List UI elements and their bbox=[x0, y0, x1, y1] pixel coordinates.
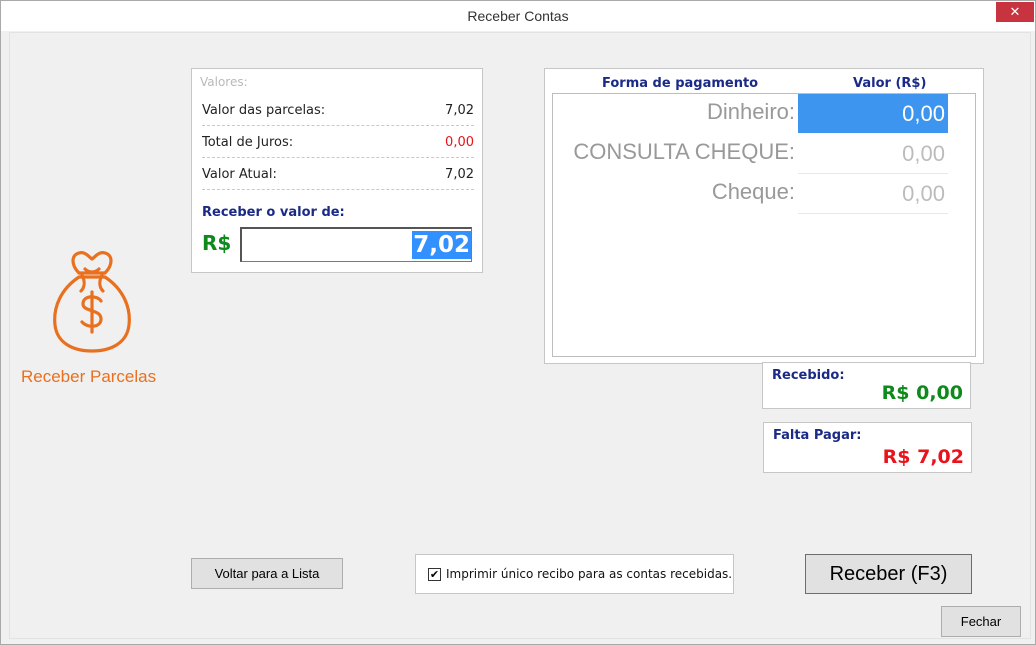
payment-value-input-consulta-cheque[interactable]: 0,00 bbox=[798, 134, 948, 174]
interest-value: 0,00 bbox=[445, 135, 474, 150]
currency-symbol: R$ bbox=[202, 231, 232, 255]
interest-label: Total de Juros: bbox=[202, 135, 294, 150]
receive-amount-label: Receber o valor de: bbox=[202, 205, 345, 220]
payment-method-label: CONSULTA CHEQUE: bbox=[573, 139, 795, 164]
values-panel: Valores: Valor das parcelas: 7,02 Total … bbox=[191, 68, 483, 273]
interest-total-row: Total de Juros: 0,00 bbox=[202, 126, 474, 158]
payment-value-column-header: Valor (R$) bbox=[853, 76, 927, 91]
remaining-label: Falta Pagar: bbox=[773, 428, 862, 443]
print-receipt-label[interactable]: Imprimir único recibo para as contas rec… bbox=[446, 567, 732, 581]
print-receipt-option: ✔ Imprimir único recibo para as contas r… bbox=[415, 554, 734, 594]
installments-value-row: Valor das parcelas: 7,02 bbox=[202, 94, 474, 126]
receber-parcelas-caption: Receber Parcelas bbox=[21, 367, 157, 386]
installments-value: 7,02 bbox=[445, 103, 474, 118]
window-close-button[interactable]: ✕ bbox=[996, 2, 1034, 22]
close-button[interactable]: Fechar bbox=[941, 606, 1021, 637]
payment-value: 0,00 bbox=[902, 101, 945, 126]
payment-value-input-cheque[interactable]: 0,00 bbox=[798, 174, 948, 214]
receive-amount-value: 7,02 bbox=[412, 231, 471, 259]
payment-row-consulta-cheque: CONSULTA CHEQUE: 0,00 bbox=[553, 134, 975, 174]
payment-value: 0,00 bbox=[902, 181, 945, 206]
receive-amount-input[interactable]: 7,02 bbox=[240, 227, 472, 262]
window-title: Receber Contas bbox=[467, 8, 569, 24]
payment-method-label: Dinheiro: bbox=[706, 99, 795, 124]
payment-method-column-header: Forma de pagamento bbox=[602, 76, 759, 91]
payment-methods-panel: Forma de pagamento Valor (R$) Dinheiro: … bbox=[544, 68, 984, 364]
title-bar: Receber Contas ✕ bbox=[1, 1, 1035, 31]
current-value-label: Valor Atual: bbox=[202, 167, 277, 182]
payment-row-dinheiro: Dinheiro: 0,00 bbox=[553, 94, 975, 134]
back-to-list-button[interactable]: Voltar para a Lista bbox=[191, 558, 343, 589]
payment-value: 0,00 bbox=[902, 141, 945, 166]
current-value: 7,02 bbox=[445, 167, 474, 182]
money-bag-icon bbox=[53, 251, 131, 353]
receber-contas-window: Receber Contas ✕ Receber Parcelas Valore… bbox=[0, 0, 1036, 645]
receive-button[interactable]: Receber (F3) bbox=[805, 554, 972, 594]
current-value-row: Valor Atual: 7,02 bbox=[202, 158, 474, 190]
values-header: Valores: bbox=[200, 75, 248, 89]
payment-value-input-dinheiro[interactable]: 0,00 bbox=[798, 94, 948, 133]
remaining-value: R$ 7,02 bbox=[882, 446, 964, 468]
payment-methods-grid: Dinheiro: 0,00 CONSULTA CHEQUE: 0,00 Che… bbox=[552, 93, 976, 357]
received-summary: Recebido: R$ 0,00 bbox=[762, 362, 971, 409]
installments-label: Valor das parcelas: bbox=[202, 103, 326, 118]
received-label: Recebido: bbox=[772, 368, 845, 383]
received-value: R$ 0,00 bbox=[881, 382, 963, 404]
payment-method-label: Cheque: bbox=[711, 179, 795, 204]
payment-row-cheque: Cheque: 0,00 bbox=[553, 174, 975, 214]
remaining-summary: Falta Pagar: R$ 7,02 bbox=[763, 422, 972, 473]
print-receipt-checkbox[interactable]: ✔ bbox=[428, 568, 441, 581]
